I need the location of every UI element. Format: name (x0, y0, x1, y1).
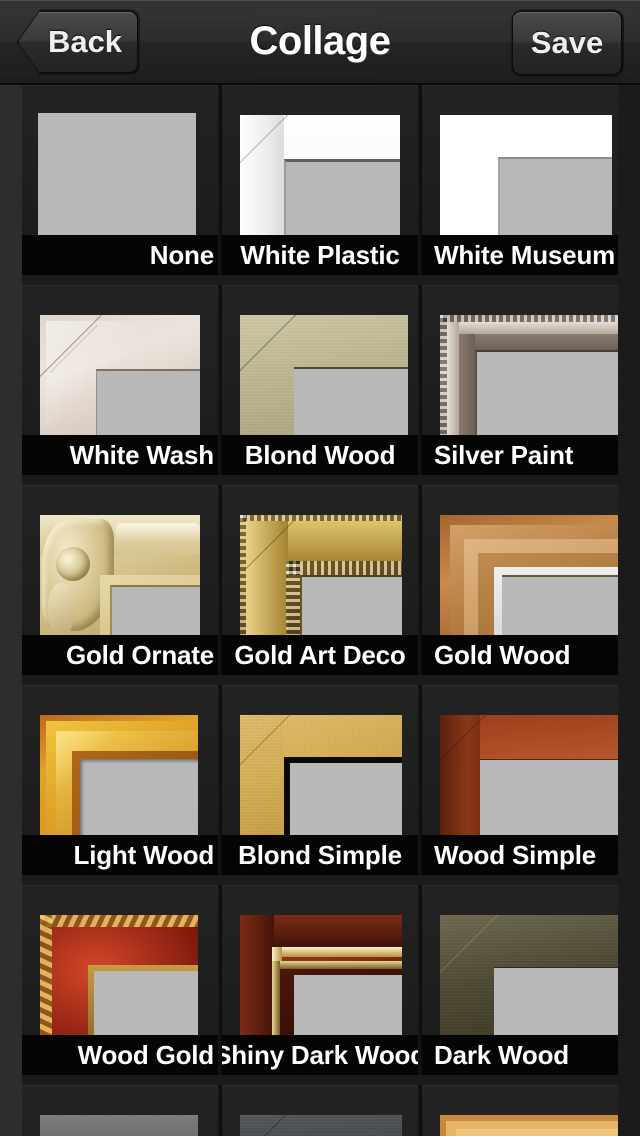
frame-label: Gold Wood (434, 639, 571, 670)
frame-label: Gold Art Deco (234, 639, 406, 670)
frame-art-none (38, 113, 218, 251)
frame-option-cell[interactable]: Blond Simple (222, 685, 418, 875)
frame-label-bar: Gold Art Deco (222, 635, 418, 675)
frame-thumbnail (38, 113, 218, 251)
save-button[interactable]: Save (512, 11, 622, 75)
navigation-bar: Back Collage Save (0, 0, 640, 85)
frame-grid-row: None White Plastic White Museum (0, 85, 640, 285)
frame-thumbnail (238, 713, 418, 851)
frame-label: Wood Simple (434, 839, 596, 870)
frame-option-cell[interactable] (22, 1085, 218, 1136)
frame-art-silver-paint (438, 313, 618, 451)
frame-label-bar: Blond Simple (222, 835, 418, 875)
frame-label-bar: White Museum (422, 235, 618, 275)
frame-label: Light Wood (73, 839, 215, 870)
frame-label-bar: Light Wood (22, 835, 218, 875)
frame-label: Wood Gold (77, 1039, 215, 1070)
frame-label: Dark Wood (434, 1039, 569, 1070)
frame-option-cell[interactable]: Silver Paint (422, 285, 618, 475)
frame-option-cell[interactable]: None (22, 85, 218, 275)
frame-label-bar: White Wash (22, 435, 218, 475)
frame-grid-row (0, 1085, 640, 1136)
frame-option-cell[interactable] (422, 1085, 618, 1136)
frame-label-bar: Wood Gold (22, 1035, 218, 1075)
frame-option-cell[interactable]: White Museum (422, 85, 618, 275)
frame-thumbnail (38, 913, 218, 1051)
frame-thumbnail (238, 313, 418, 451)
frame-thumbnail (438, 1113, 618, 1136)
frame-option-cell[interactable]: Dark Wood (422, 885, 618, 1075)
frame-label-bar: Dark Wood (422, 1035, 618, 1075)
frame-art-blond-simple (238, 713, 418, 851)
frame-option-cell[interactable]: Wood Simple (422, 685, 618, 875)
frame-thumbnail (38, 713, 218, 851)
save-button-label: Save (530, 25, 604, 60)
frame-thumbnail (438, 913, 618, 1051)
frame-label: White Museum (434, 239, 616, 270)
frame-art-white-wash (38, 313, 218, 451)
frame-label: Silver Paint (434, 439, 574, 470)
frame-label: White Wash (69, 439, 215, 470)
frame-label: None (149, 239, 214, 270)
frame-grid-row: Light Wood Blond Simple Wood Simple (0, 685, 640, 885)
back-button[interactable]: Back (18, 11, 138, 73)
collage-frame-picker-screen: Back Collage Save None White Plastic Whi… (0, 0, 640, 1136)
frame-label: Blond Wood (244, 439, 396, 470)
frame-art-gold-ornate (38, 513, 218, 651)
frame-label-bar: Blond Wood (222, 435, 418, 475)
frame-label: Shiny Dark Wood (222, 1039, 418, 1070)
frame-art-gold-art-deco (238, 513, 418, 651)
frame-thumbnail (38, 313, 218, 451)
frame-thumbnail (238, 113, 418, 251)
frame-option-cell[interactable]: Wood Gold (22, 885, 218, 1075)
frame-label-bar: Silver Paint (422, 435, 618, 475)
frame-option-cell[interactable]: White Plastic (222, 85, 418, 275)
frame-art-dark-metal (238, 1113, 418, 1136)
frame-label-bar: Gold Wood (422, 635, 618, 675)
frame-option-cell[interactable]: Light Wood (22, 685, 218, 875)
frame-grid-row: Wood Gold Shiny Dark Wood Dark Wood (0, 885, 640, 1085)
frame-art-blond-wood (238, 313, 418, 451)
frame-thumbnail (238, 1113, 418, 1136)
frame-label-bar: White Plastic (222, 235, 418, 275)
frame-thumbnail (38, 513, 218, 651)
frame-label-bar: None (22, 235, 218, 275)
frame-option-cell[interactable]: Gold Art Deco (222, 485, 418, 675)
frame-thumbnail (238, 513, 418, 651)
frame-label-bar: Shiny Dark Wood (222, 1035, 418, 1075)
frame-option-cell[interactable]: White Wash (22, 285, 218, 475)
frame-option-cell[interactable]: Gold Ornate (22, 485, 218, 675)
frame-label: Gold Ornate (65, 639, 214, 670)
back-button-label: Back (47, 24, 123, 59)
frame-thumbnail (438, 113, 618, 251)
frame-art-tan-gold (438, 1113, 618, 1136)
frame-grid-row: Gold Ornate Gold Art Deco Gold Wood (0, 485, 640, 685)
frame-option-cell[interactable] (222, 1085, 418, 1136)
frame-art-wood-simple (438, 713, 618, 851)
frame-thumbnail (238, 913, 418, 1051)
frame-thumbnail (438, 313, 618, 451)
frame-grid-scroll[interactable]: None White Plastic White Museum White Wa… (0, 85, 640, 1136)
frame-art-light-wood (38, 713, 218, 851)
frame-option-cell[interactable]: Shiny Dark Wood (222, 885, 418, 1075)
frame-label: White Plastic (240, 239, 400, 270)
frame-art-white-plastic (238, 113, 418, 251)
frame-art-grey-flat (38, 1113, 218, 1136)
frame-art-wood-gold (38, 913, 218, 1051)
frame-option-cell[interactable]: Blond Wood (222, 285, 418, 475)
frame-grid-row: White Wash Blond Wood Silver Paint (0, 285, 640, 485)
frame-art-dark-wood (438, 913, 618, 1051)
frame-art-shiny-dark-wood (238, 913, 418, 1051)
frame-thumbnail (38, 1113, 218, 1136)
frame-thumbnail (438, 713, 618, 851)
frame-option-cell[interactable]: Gold Wood (422, 485, 618, 675)
frame-label-bar: Gold Ornate (22, 635, 218, 675)
frame-art-gold-wood (438, 513, 618, 651)
frame-art-white-museum (438, 113, 618, 251)
frame-label-bar: Wood Simple (422, 835, 618, 875)
frame-label: Blond Simple (238, 839, 402, 870)
frame-thumbnail (438, 513, 618, 651)
